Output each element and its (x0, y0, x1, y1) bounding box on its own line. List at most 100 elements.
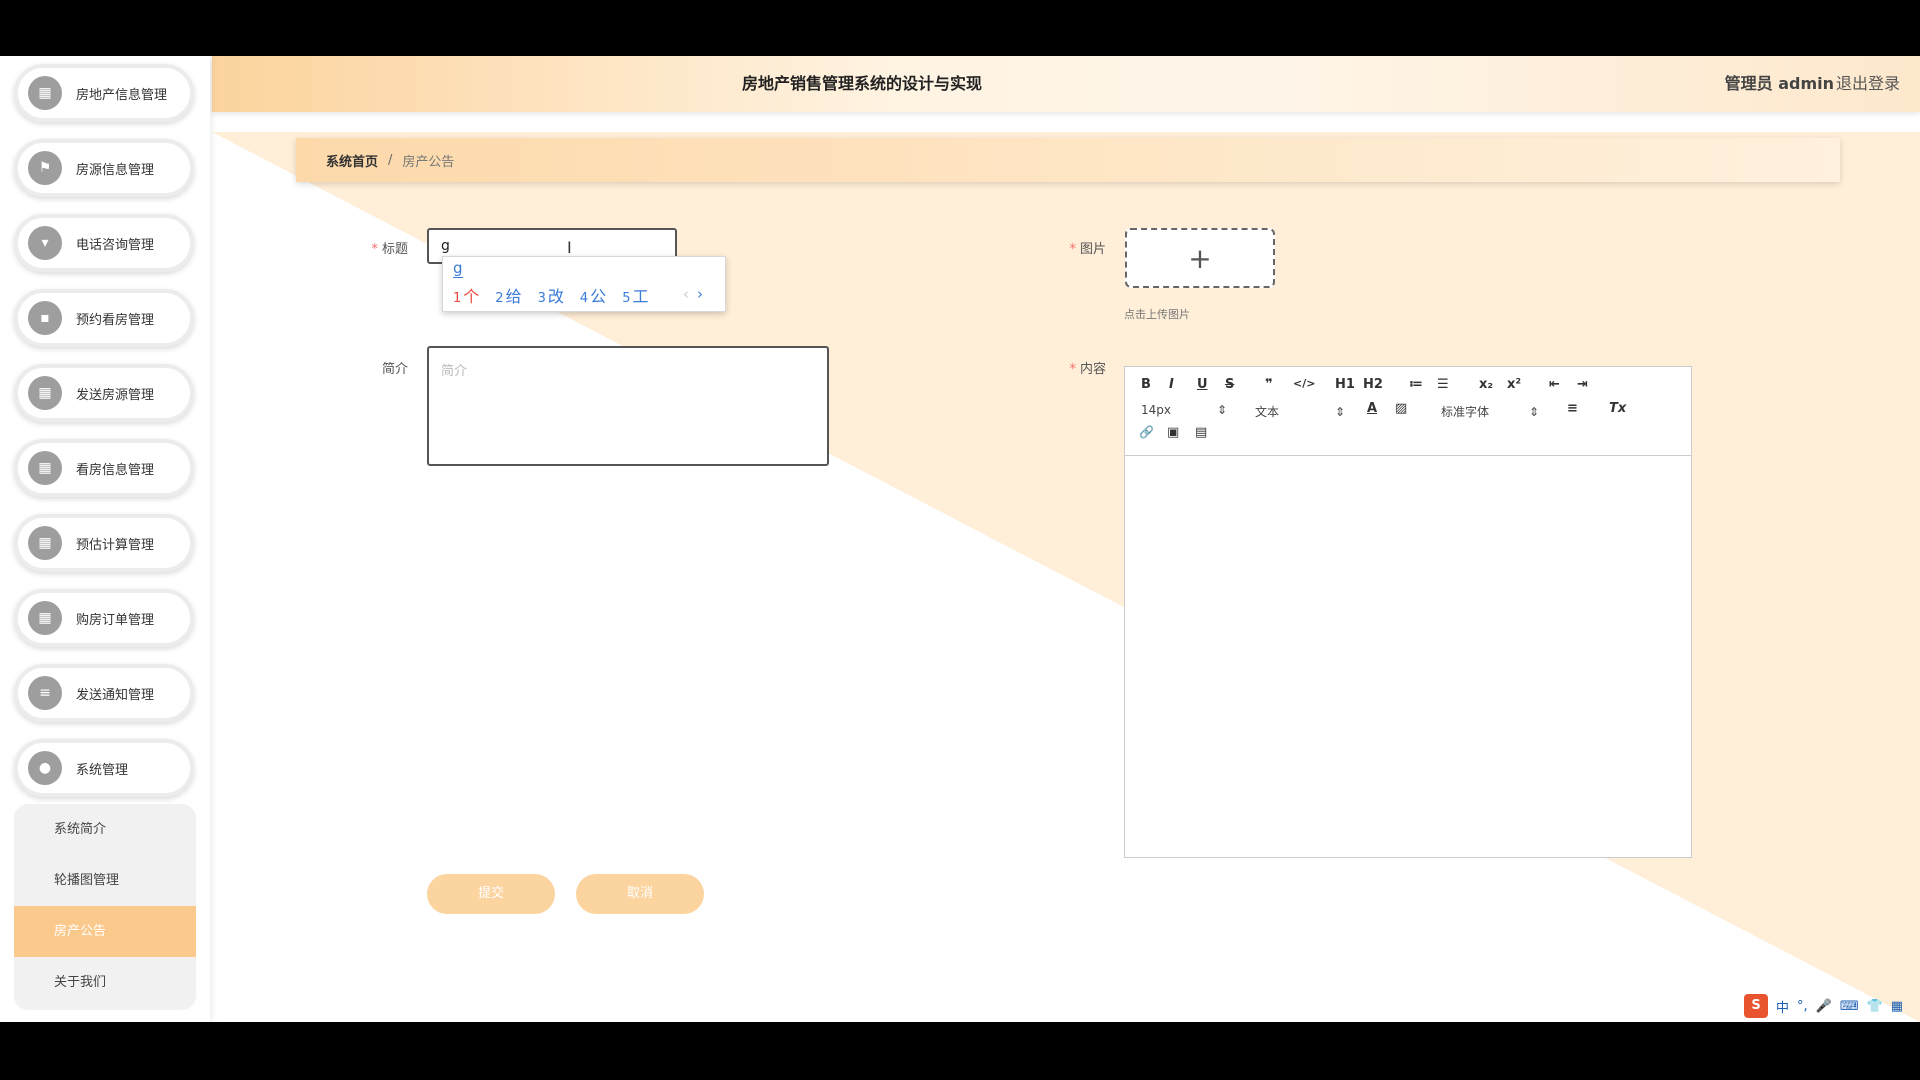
user-icon: ● (28, 751, 62, 785)
required-mark: * (1069, 362, 1076, 377)
required-mark: * (1069, 242, 1076, 257)
image-icon[interactable]: ▣ (1167, 425, 1179, 440)
sidebar-item-send-listing[interactable]: ▦ 发送房源管理 (14, 364, 194, 422)
content-label-text: 内容 (1079, 362, 1106, 377)
intro-textarea[interactable]: 简介 (427, 346, 829, 466)
superscript-icon[interactable]: x² (1507, 377, 1521, 392)
submit-button[interactable]: 提交 (427, 874, 555, 914)
ime-candidates: 1个 2给 3改 4公 5工 (453, 283, 664, 307)
h2-icon[interactable]: H2 (1363, 377, 1383, 392)
flag-icon: ⚑ (28, 151, 62, 185)
ime-candidate[interactable]: 1个 (453, 283, 479, 307)
editor-toolbar: B I U S ❞ </> H1 H2 ≔ ☰ x₂ x² ⇤ ⇥ 14px ⇕ … (1125, 367, 1691, 456)
outdent-icon[interactable]: ⇤ (1549, 377, 1560, 392)
list-icon: ≡ (28, 676, 62, 710)
indent-icon[interactable]: ⇥ (1577, 377, 1588, 392)
background-color-icon[interactable]: ▨ (1395, 401, 1407, 416)
grid-icon: ▦ (28, 376, 62, 410)
submenu-item-about[interactable]: 关于我们 (14, 957, 196, 1008)
sidebar-item-system[interactable]: ● 系统管理 (14, 739, 194, 797)
grid-icon: ▦ (28, 526, 62, 560)
sidebar-item-viewing-booking[interactable]: ▪ 预约看房管理 (14, 289, 194, 347)
title-label-text: 标题 (381, 242, 408, 257)
logout-link[interactable]: 退出登录 (1836, 56, 1900, 112)
submenu-item-intro[interactable]: 系统简介 (14, 804, 196, 855)
sidebar-item-label: 看房信息管理 (76, 462, 155, 478)
chevron-left-icon[interactable]: ‹ (683, 285, 689, 303)
chat-icon: ▪ (28, 301, 62, 335)
intro-placeholder: 简介 (441, 364, 468, 379)
top-header: 房地产销售管理系统的设计与实现 管理员 admin 退出登录 (212, 56, 1920, 112)
ime-candidate[interactable]: 5工 (622, 283, 648, 307)
bold-icon[interactable]: B (1141, 377, 1151, 392)
sidebar-item-phone-consult[interactable]: ▾ 电话咨询管理 (14, 214, 194, 272)
h1-icon[interactable]: H1 (1335, 377, 1355, 392)
grid-icon: ▦ (28, 601, 62, 635)
sidebar-item-label: 发送通知管理 (76, 687, 155, 703)
intro-label: 简介 (381, 362, 408, 377)
sidebar-item-listings[interactable]: ⚑ 房源信息管理 (14, 139, 194, 197)
ime-page-arrows[interactable]: ‹ › (683, 285, 703, 303)
submenu-item-announcement[interactable]: 房产公告 (14, 906, 196, 957)
quote-icon[interactable]: ❞ (1265, 377, 1273, 392)
link-icon[interactable]: 🔗 (1139, 425, 1154, 439)
chevron-right-icon[interactable]: › (697, 285, 703, 303)
sidebar-item-estimate[interactable]: ▦ 预估计算管理 (14, 514, 194, 572)
subscript-icon[interactable]: x₂ (1479, 377, 1493, 392)
image-label: * 图片 (1050, 238, 1106, 257)
sidebar-item-label: 预约看房管理 (76, 312, 155, 328)
ime-composition: g (453, 259, 463, 278)
current-user: 管理员 admin (1724, 74, 1834, 93)
sidebar-item-orders[interactable]: ▦ 购房订单管理 (14, 589, 194, 647)
bullet-list-icon[interactable]: ☰ (1437, 377, 1449, 392)
keyboard-icon[interactable]: ⌨ (1840, 999, 1859, 1014)
system-submenu: 系统简介 轮播图管理 房产公告 关于我们 (14, 804, 196, 1010)
underline-icon[interactable]: U (1197, 377, 1208, 392)
sidebar-item-label: 购房订单管理 (76, 612, 155, 628)
italic-icon[interactable]: I (1169, 377, 1174, 392)
video-icon[interactable]: ▤ (1195, 425, 1207, 440)
monitor-icon: ▾ (28, 226, 62, 260)
breadcrumb: 系统首页 / 房产公告 (296, 138, 1840, 182)
code-icon[interactable]: </> (1293, 377, 1315, 390)
ime-candidate-window: g 1个 2给 3改 4公 5工 ‹ › (442, 256, 726, 312)
title-label: * 标题 (352, 238, 408, 257)
ime-candidate[interactable]: 4公 (580, 283, 606, 307)
image-label-text: 图片 (1079, 242, 1106, 257)
sidebar-item-label: 预估计算管理 (76, 537, 155, 553)
sidebar-item-real-estate[interactable]: ▦ 房地产信息管理 (14, 64, 194, 122)
strike-icon[interactable]: S (1225, 377, 1234, 392)
upload-tip: 点击上传图片 (1124, 308, 1190, 321)
font-family-select[interactable]: 标准字体 ⇕ (1441, 403, 1539, 420)
sidebar: ▦ 房地产信息管理 ⚑ 房源信息管理 ▾ 电话咨询管理 ▪ 预约看房管理 ▦ 发… (0, 56, 210, 1022)
page-title: 房地产销售管理系统的设计与实现 (741, 74, 982, 93)
font-size-select[interactable]: 14px ⇕ (1141, 403, 1227, 417)
content-label: * 内容 (1050, 358, 1106, 377)
grid-icon: ▦ (28, 451, 62, 485)
sidebar-item-label: 房源信息管理 (76, 162, 155, 178)
image-upload-button[interactable]: + (1125, 228, 1275, 288)
font-color-icon[interactable]: A (1367, 401, 1377, 416)
sidebar-item-viewing-info[interactable]: ▦ 看房信息管理 (14, 439, 194, 497)
block-type-select[interactable]: 文本 ⇕ (1255, 403, 1345, 420)
app-frame: 房地产销售管理系统的设计与实现 管理员 admin 退出登录 ▦ 房地产信息管理… (0, 56, 1920, 1022)
toolbox-icon[interactable]: ▦ (1891, 999, 1903, 1014)
punctuation-icon[interactable]: °, (1797, 999, 1808, 1014)
skin-icon[interactable]: 👕 (1867, 999, 1883, 1014)
ime-candidate[interactable]: 3改 (538, 283, 564, 307)
sidebar-item-notifications[interactable]: ≡ 发送通知管理 (14, 664, 194, 722)
breadcrumb-home[interactable]: 系统首页 (326, 151, 378, 170)
align-icon[interactable]: ≡ (1567, 401, 1578, 416)
sogou-logo-icon[interactable]: S (1744, 994, 1768, 1018)
cancel-button[interactable]: 取消 (576, 874, 704, 914)
plus-icon: + (1188, 241, 1212, 275)
required-mark: * (371, 242, 378, 257)
sidebar-item-label: 系统管理 (76, 762, 129, 778)
ordered-list-icon[interactable]: ≔ (1409, 377, 1423, 392)
submenu-item-carousel[interactable]: 轮播图管理 (14, 855, 196, 906)
chinese-mode-icon[interactable]: 中 (1776, 997, 1789, 1016)
ime-candidate[interactable]: 2给 (495, 283, 521, 307)
microphone-icon[interactable]: 🎤 (1816, 999, 1832, 1014)
sidebar-item-label: 电话咨询管理 (76, 237, 155, 253)
clear-format-icon[interactable]: Tx (1609, 401, 1626, 416)
